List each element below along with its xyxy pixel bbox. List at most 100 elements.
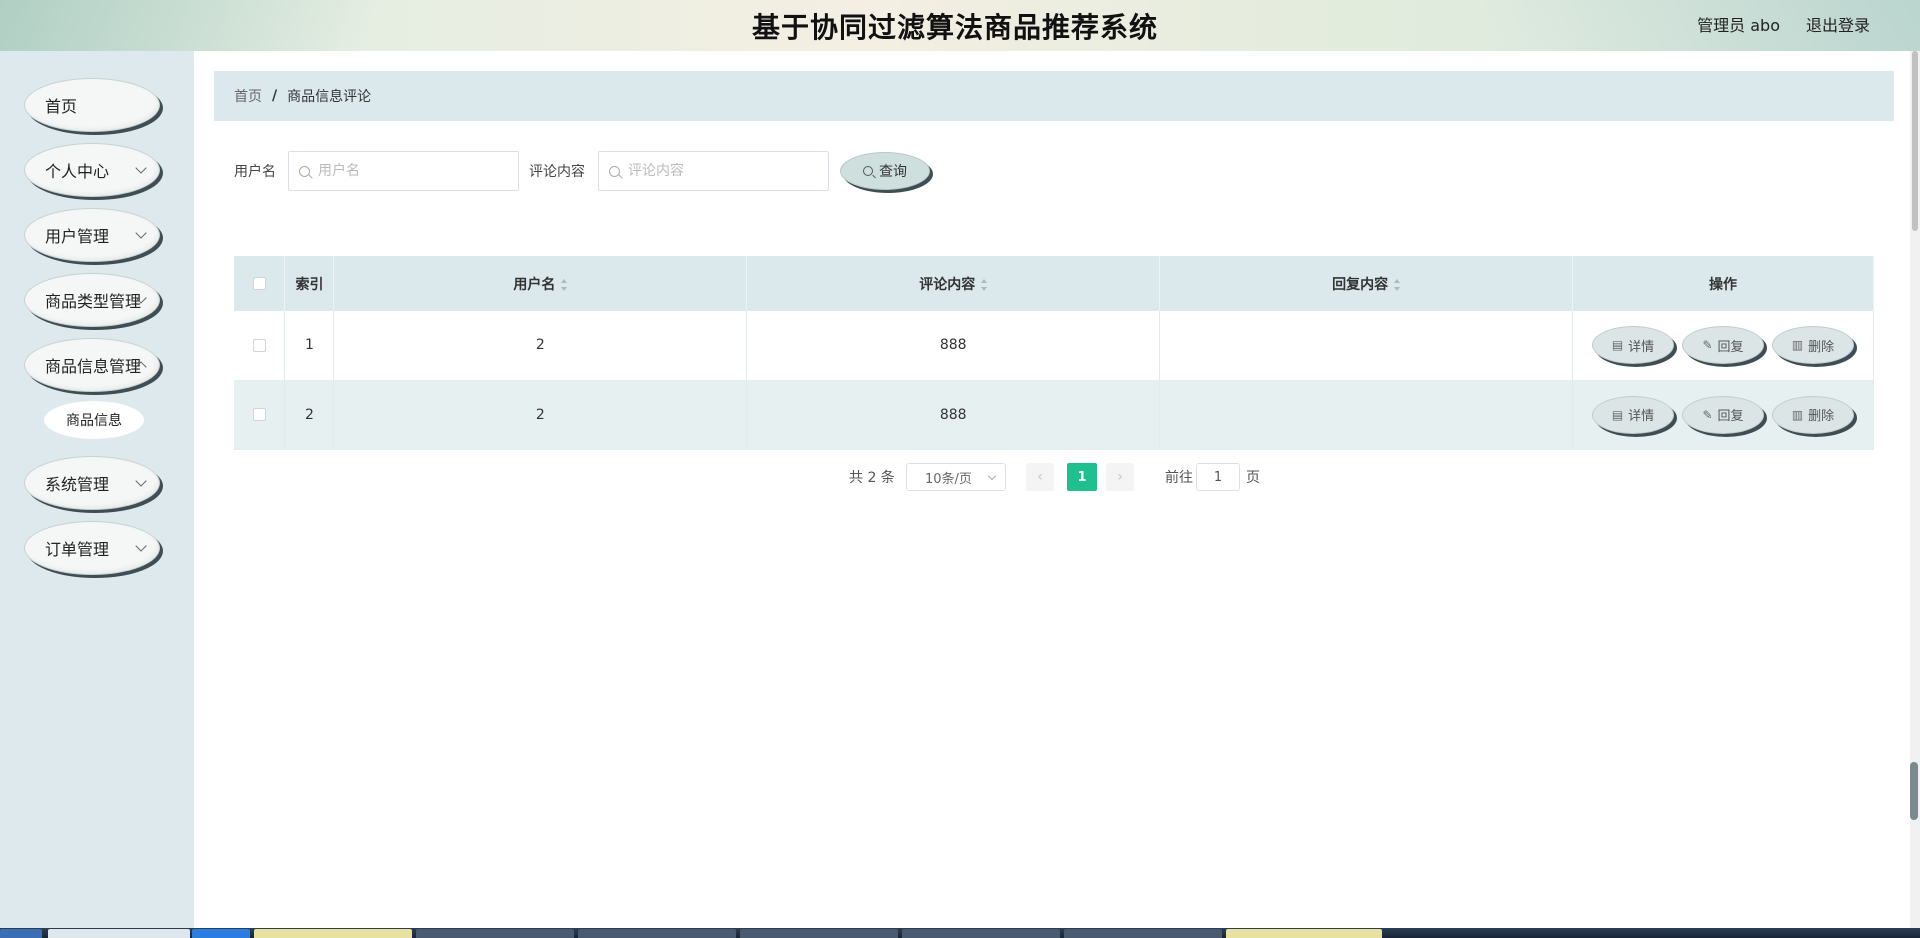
breadcrumb-current: 商品信息评论	[287, 89, 372, 105]
edit-icon: ✎	[1702, 338, 1713, 353]
comment-search-label: 评论内容	[529, 164, 585, 180]
taskbar-app[interactable]	[1064, 929, 1222, 938]
chevron-down-icon	[135, 475, 147, 487]
column-header-username[interactable]: 用户名	[333, 256, 748, 311]
row-select-cell	[234, 380, 286, 450]
sidebar-item-label: 用户管理	[45, 227, 110, 246]
cell-actions: ▤ 详情 ✎ 回复 ▥ 删除	[1572, 380, 1874, 450]
comments-table: 索引 用户名 评论内容 回复内容 操作 1 2 888 ▤ 详情 ✎ 回复 ▥ …	[234, 256, 1874, 450]
cell-comment: 888	[746, 380, 1161, 450]
page-unit-label: 页	[1246, 470, 1260, 486]
sidebar-item-label: 个人中心	[45, 162, 110, 181]
cell-reply	[1159, 311, 1573, 381]
taskbar-app[interactable]	[740, 929, 898, 938]
reply-button[interactable]: ✎ 回复	[1682, 395, 1764, 434]
breadcrumb-separator: /	[272, 88, 278, 104]
row-checkbox[interactable]	[252, 408, 266, 421]
sort-icon[interactable]	[561, 278, 568, 291]
column-header-reply[interactable]: 回复内容	[1159, 256, 1573, 311]
sort-icon[interactable]	[1394, 278, 1401, 291]
search-icon	[863, 166, 873, 176]
sidebar-item-personal-center[interactable]: 个人中心	[24, 143, 160, 197]
delete-button[interactable]: ▥ 删除	[1772, 395, 1854, 434]
current-user-label: 管理员 abo	[1697, 16, 1780, 35]
row-checkbox[interactable]	[252, 338, 266, 352]
breadcrumb-home[interactable]: 首页	[234, 86, 262, 106]
sidebar-item-product-info-management[interactable]: 商品信息管理	[24, 338, 160, 392]
sidebar-item-label: 首页	[45, 97, 78, 116]
edit-icon: ✎	[1702, 407, 1713, 422]
cell-username: 2	[333, 380, 748, 450]
app-title: 基于协同过滤算法商品推荐系统	[751, 11, 1158, 44]
search-icon	[609, 165, 620, 177]
row-select-cell	[234, 311, 286, 381]
sidebar-item-user-management[interactable]: 用户管理	[24, 208, 160, 262]
cell-index: 1	[284, 311, 335, 381]
search-icon	[299, 165, 310, 177]
sidebar-subitem-product-info[interactable]: 商品信息	[44, 401, 144, 439]
detail-button[interactable]: ▤ 详情	[1592, 326, 1674, 365]
sidebar-item-label: 商品信息管理	[45, 357, 142, 376]
username-search-field[interactable]	[288, 151, 519, 191]
sort-icon[interactable]	[981, 278, 988, 291]
document-icon: ▤	[1611, 407, 1624, 422]
prev-page-button[interactable]: ‹	[1026, 463, 1054, 491]
cell-index: 2	[284, 380, 335, 450]
select-all-header	[234, 256, 286, 311]
table-row: 1 2 888 ▤ 详情 ✎ 回复 ▥ 删除	[234, 311, 1874, 381]
page-size-value: 10条/页	[925, 471, 972, 487]
select-all-checkbox[interactable]	[252, 277, 266, 290]
detail-button[interactable]: ▤ 详情	[1592, 395, 1674, 434]
next-page-button[interactable]: ›	[1106, 463, 1134, 491]
taskbar-app[interactable]	[1226, 929, 1382, 938]
chevron-down-icon	[135, 540, 147, 552]
goto-page-input[interactable]	[1196, 463, 1240, 491]
page-size-select[interactable]: 10条/页	[906, 463, 1006, 491]
comment-search-input[interactable]	[628, 163, 788, 179]
column-header-index: 索引	[284, 256, 335, 311]
side-scroll-handle[interactable]	[1910, 762, 1918, 820]
cell-username: 2	[333, 311, 748, 381]
sidebar: 首页 个人中心 用户管理 商品类型管理 商品信息管理 商品信息 系统管理 订单管…	[0, 51, 194, 928]
query-button[interactable]: 查询	[840, 152, 930, 190]
os-taskbar	[0, 928, 1920, 938]
username-search-input[interactable]	[318, 163, 478, 179]
page-number-current[interactable]: 1	[1067, 463, 1097, 491]
sidebar-item-home[interactable]: 首页	[24, 78, 160, 132]
reply-button[interactable]: ✎ 回复	[1682, 326, 1764, 365]
goto-label: 前往	[1165, 470, 1193, 486]
trash-icon: ▥	[1791, 338, 1804, 353]
cell-reply	[1159, 380, 1573, 450]
logout-link[interactable]: 退出登录	[1806, 12, 1870, 36]
sidebar-item-label: 系统管理	[45, 475, 110, 494]
taskbar-app[interactable]	[578, 929, 736, 938]
sidebar-item-order-management[interactable]: 订单管理	[24, 521, 160, 575]
sidebar-item-system-management[interactable]: 系统管理	[24, 456, 160, 510]
trash-icon: ▥	[1791, 407, 1804, 422]
sidebar-item-label: 订单管理	[45, 540, 110, 559]
taskbar-search[interactable]	[48, 929, 190, 938]
chevron-down-icon	[987, 471, 997, 481]
username-search-label: 用户名	[234, 164, 276, 180]
column-header-actions: 操作	[1572, 256, 1874, 311]
app-header: 基于协同过滤算法商品推荐系统 管理员 abo 退出登录	[0, 0, 1920, 51]
document-icon: ▤	[1611, 338, 1624, 353]
taskbar-app[interactable]	[254, 929, 412, 938]
cell-actions: ▤ 详情 ✎ 回复 ▥ 删除	[1572, 311, 1874, 381]
comment-search-field[interactable]	[598, 151, 829, 191]
taskbar-app[interactable]	[902, 929, 1060, 938]
sidebar-item-product-type-management[interactable]: 商品类型管理	[24, 273, 160, 327]
taskbar-app[interactable]	[192, 929, 250, 938]
taskbar-app[interactable]	[416, 929, 574, 938]
column-header-comment[interactable]: 评论内容	[746, 256, 1161, 311]
chevron-down-icon	[135, 227, 147, 239]
scrollbar-thumb[interactable]	[1912, 51, 1918, 231]
table-header-row: 索引 用户名 评论内容 回复内容 操作	[234, 256, 1874, 311]
table-row: 2 2 888 ▤ 详情 ✎ 回复 ▥ 删除	[234, 380, 1874, 450]
delete-button[interactable]: ▥ 删除	[1772, 326, 1854, 365]
breadcrumb: 首页 / 商品信息评论	[214, 71, 1894, 121]
chevron-down-icon	[135, 162, 147, 174]
query-button-label: 查询	[879, 164, 907, 180]
cell-comment: 888	[746, 311, 1161, 381]
start-button[interactable]	[0, 929, 42, 938]
